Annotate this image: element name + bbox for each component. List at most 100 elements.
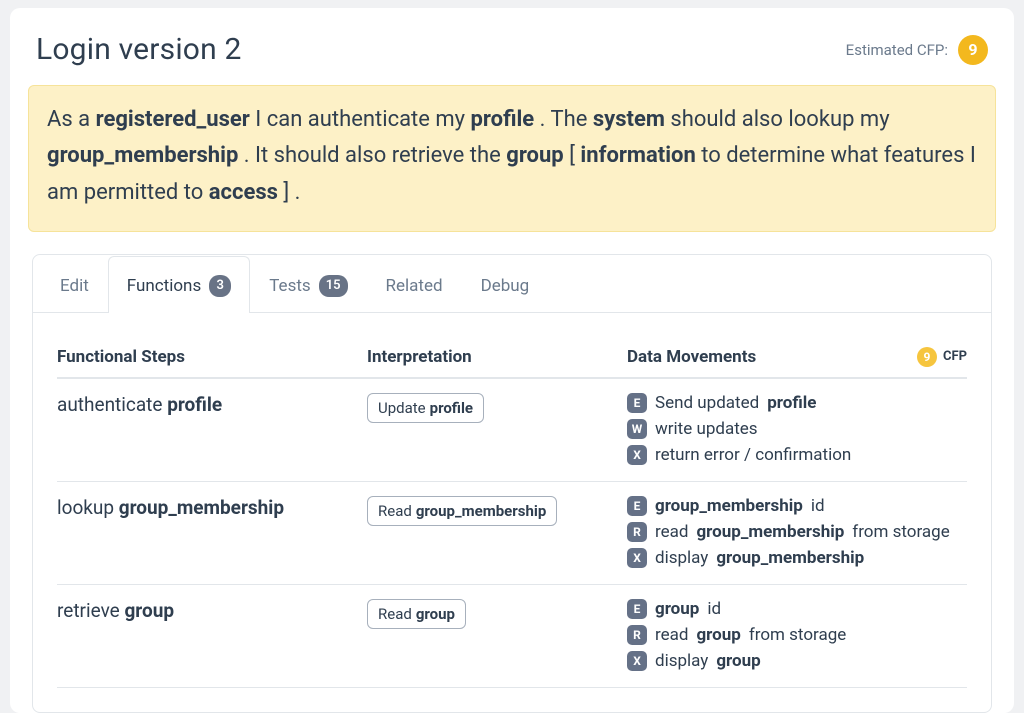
functions-section: Edit Functions 3 Tests 15 Related Debug … (32, 254, 992, 713)
story-text: ] . (278, 180, 301, 205)
tab-functions[interactable]: Functions 3 (108, 256, 250, 313)
movement-code-chip: E (627, 393, 647, 413)
movement-text: read (655, 625, 688, 645)
interpretation-pill[interactable]: Readgroup_membership (367, 496, 557, 526)
step-noun: group_membership (119, 496, 284, 519)
cfp-chip-value: 9 (917, 347, 937, 367)
interp-verb: Read (378, 605, 412, 623)
movement-text: from storage (852, 522, 949, 542)
user-story-note: As a registered_user I can authenticate … (28, 85, 996, 232)
data-movement: Egroup id (627, 599, 967, 619)
tab-label: Functions (127, 276, 201, 296)
tab-edit[interactable]: Edit (41, 256, 108, 313)
table-row: retrieve groupReadgroupEgroup idRread gr… (57, 585, 967, 688)
interpretation-cell: Readgroup_membership (367, 496, 627, 526)
data-movement: Rread group_membership from storage (627, 522, 967, 542)
movement-code-chip: E (627, 599, 647, 619)
story-text: As a (47, 107, 96, 132)
movement-text: return error / confirmation (655, 445, 851, 465)
movement-text: read (655, 522, 688, 542)
movement-entity: group (655, 599, 699, 619)
movement-text: from storage (749, 625, 846, 645)
table-header: Functional Steps Interpretation Data Mov… (57, 343, 967, 379)
movement-entity: profile (767, 393, 816, 413)
tab-related[interactable]: Related (367, 256, 462, 313)
story-entity: group_membership (47, 143, 238, 168)
data-movement: E Send updated profile (627, 393, 967, 413)
step-noun: group (124, 599, 174, 622)
interpretation-pill[interactable]: Updateprofile (367, 393, 484, 423)
step-noun: profile (167, 393, 222, 416)
cfp-chip: 9 CFP (917, 347, 967, 367)
tab-debug[interactable]: Debug (462, 256, 549, 313)
tab-count-badge: 3 (209, 275, 231, 297)
page-title: Login version 2 (36, 32, 242, 67)
movement-code-chip: X (627, 651, 647, 671)
data-movement: Wwrite updates (627, 419, 967, 439)
story-text: should also lookup my (665, 107, 890, 132)
story-text: . It should also retrieve the (238, 143, 506, 168)
data-movement: Egroup_membership id (627, 496, 967, 516)
page-card: Login version 2 Estimated CFP: 9 As a re… (10, 8, 1014, 713)
tab-tests[interactable]: Tests 15 (250, 256, 366, 313)
story-text: I can authenticate my (250, 107, 471, 132)
data-movement: Xreturn error / confirmation (627, 445, 967, 465)
functional-step: authenticate profile (57, 393, 367, 416)
movement-text: Send updated (655, 393, 759, 413)
movement-entity: group_membership (716, 548, 864, 568)
interp-verb: Read (378, 502, 412, 520)
movement-entity: group_membership (655, 496, 803, 516)
movement-text: write updates (655, 419, 758, 439)
data-movement: Xdisplay group (627, 651, 967, 671)
tab-label: Debug (481, 276, 530, 296)
tab-bar: Edit Functions 3 Tests 15 Related Debug (33, 255, 991, 313)
tab-label: Edit (60, 276, 89, 296)
estimated-cfp: Estimated CFP: 9 (846, 35, 988, 65)
movement-code-chip: X (627, 445, 647, 465)
table-row: lookup group_membershipReadgroup_members… (57, 482, 967, 585)
story-text: [ (564, 143, 581, 168)
interpretation-cell: Updateprofile (367, 393, 627, 423)
data-movement: Xdisplay group_membership (627, 548, 967, 568)
movement-code-chip: R (627, 522, 647, 542)
interp-noun: group (416, 605, 455, 623)
interp-verb: Update (378, 399, 426, 417)
movement-code-chip: R (627, 625, 647, 645)
movement-entity: group (696, 625, 740, 645)
interpretation-pill[interactable]: Readgroup (367, 599, 466, 629)
table-row: authenticate profileUpdateprofileESend u… (57, 379, 967, 482)
estimated-cfp-value: 9 (958, 35, 988, 65)
story-text: . The (534, 107, 593, 132)
movement-code-chip: E (627, 496, 647, 516)
estimated-cfp-label: Estimated CFP: (846, 41, 948, 59)
data-movements: Egroup id Rread group from storage Xdispla… (627, 599, 967, 671)
step-verb: lookup (57, 496, 119, 519)
story-entity: group (506, 143, 563, 168)
story-entity: access (209, 180, 278, 205)
movement-text: id (811, 496, 825, 516)
interp-noun: profile (430, 399, 473, 417)
tab-label: Related (386, 276, 443, 296)
data-movements: E Send updated profile Wwrite updates Xretu… (627, 393, 967, 465)
movement-text: display (655, 651, 708, 671)
story-entity: registered_user (96, 107, 250, 132)
interp-noun: group_membership (416, 502, 546, 520)
data-movements: Egroup_membership id Rread group_membersh… (627, 496, 967, 568)
tab-count-badge: 15 (319, 275, 348, 297)
page-header: Login version 2 Estimated CFP: 9 (10, 32, 1014, 67)
movement-text: display (655, 548, 708, 568)
step-verb: authenticate (57, 393, 167, 416)
tab-label: Tests (269, 276, 310, 296)
movement-code-chip: X (627, 548, 647, 568)
col-interpretation-label: Interpretation (367, 347, 627, 367)
cfp-chip-label: CFP (943, 349, 967, 364)
movement-code-chip: W (627, 419, 647, 439)
interpretation-cell: Readgroup (367, 599, 627, 629)
movement-entity: group (716, 651, 760, 671)
movement-text: id (707, 599, 721, 619)
movement-entity: group_membership (696, 522, 844, 542)
functional-step: retrieve group (57, 599, 367, 622)
story-entity: information (580, 143, 695, 168)
col-movements-label: Data Movements (627, 347, 756, 367)
step-verb: retrieve (57, 599, 124, 622)
